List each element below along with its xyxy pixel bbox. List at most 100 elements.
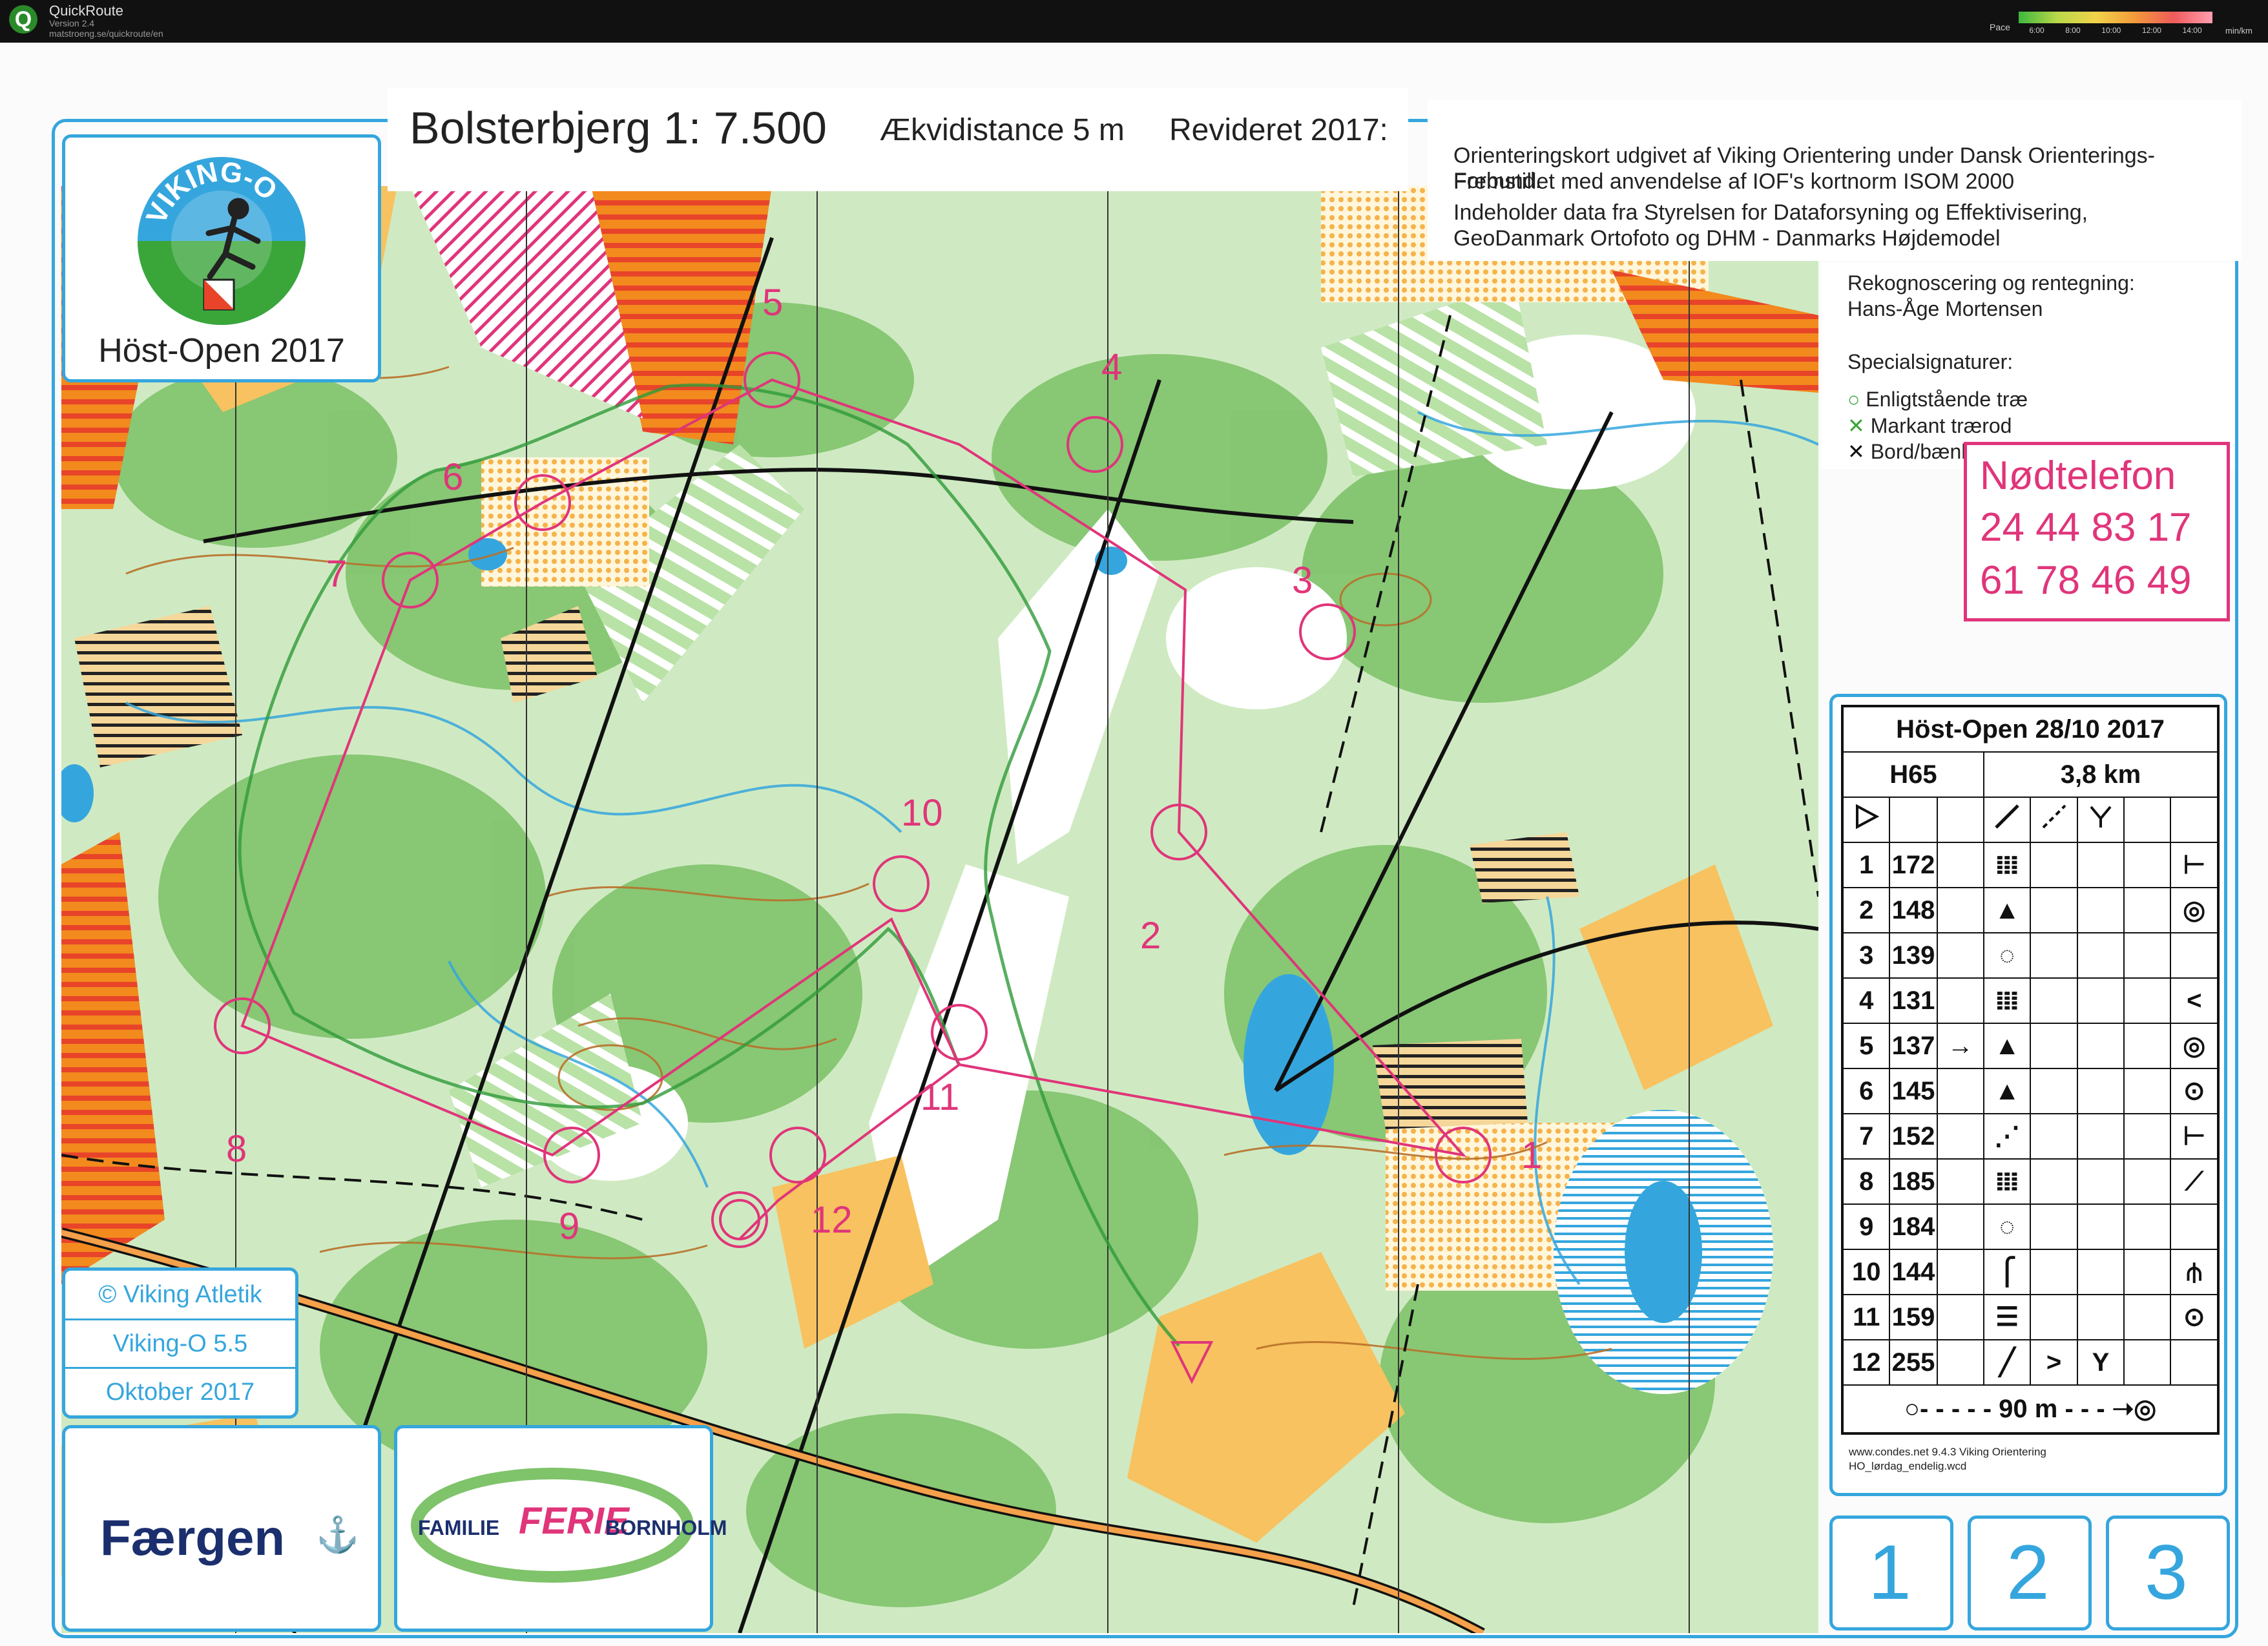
app-url: matstroeng.se/quickroute/en: [49, 28, 163, 39]
pace-tick: 14:00: [2182, 26, 2202, 35]
corner-icon: <: [2170, 977, 2219, 1024]
control-row: 7 152 ⋰ ⊢: [1841, 1113, 2219, 1160]
stream-bend-icon: ⎧: [1982, 1249, 2032, 1295]
control-label-10: 10: [901, 792, 943, 834]
emergency-number: 24 44 83 17: [1980, 505, 2192, 550]
contour-interval: Ækvidistance 5 m: [880, 113, 1125, 147]
control-row: 8 185 𝍖 ⟋: [1841, 1158, 2219, 1205]
control-row: 12 255 ╱ > Y: [1841, 1339, 2219, 1386]
viking-o-logo-box: VIKING-O Höst-Open 2017: [62, 134, 381, 382]
section-number: 1: [1868, 1529, 1911, 1616]
control-label-2: 2: [1140, 915, 1161, 957]
position-circle-icon: ⊙: [2170, 1294, 2219, 1340]
sponsor-faergen: Færgen ⚓: [62, 1425, 381, 1632]
finish-start-icon: ○- - - - -: [1904, 1395, 1992, 1423]
circle-icon: ○: [1847, 388, 1860, 411]
app-name: QuickRoute: [49, 3, 123, 19]
control-row: 5 137 → ▲ ◎: [1841, 1023, 2219, 1069]
map-terrain-svg: 1 2 3 4 5 6 7 8 9 10 11 12: [61, 186, 1818, 1633]
pace-gradient-bar: [2019, 12, 2212, 23]
sponsor-familie: FAMILIE: [418, 1516, 500, 1539]
start-triangle-icon: [1856, 804, 1880, 829]
depression-icon: ◌: [1982, 1203, 2032, 1250]
angle-icon: >: [2030, 1339, 2078, 1386]
section-number: 2: [2006, 1529, 2050, 1616]
earth-bank-icon: 𝍖: [1982, 842, 2032, 888]
sponsor-faergen-name: Færgen: [100, 1509, 286, 1566]
special-legend: Rekognoscering og rentegning: Hans-Åge M…: [1822, 262, 2235, 469]
survey-name: Hans-Åge Mortensen: [1847, 297, 2043, 320]
control-label-12: 12: [811, 1199, 853, 1241]
control-row: 3 139 ◌: [1841, 932, 2219, 979]
junction-icon: Y: [2076, 1339, 2125, 1386]
end-marker-icon: ⊢: [2170, 842, 2219, 888]
header-strip: Bolsterbjerg 1: 7.500 Ækvidistance 5 m R…: [388, 88, 1408, 191]
control-label-3: 3: [1292, 559, 1313, 601]
junction-icon: [2090, 806, 2112, 828]
control-row: 1 172 𝍖 ⊢: [1841, 842, 2219, 888]
end-marker-icon: ⊢: [2170, 1113, 2219, 1160]
control-label-5: 5: [762, 282, 783, 324]
control-label-8: 8: [226, 1128, 247, 1170]
foot-icon: ⫛: [2170, 1249, 2219, 1295]
pace-ticks: 6:00 8:00 10:00 12:00 14:00: [2019, 26, 2212, 35]
earth-bank-icon: 𝍖: [1982, 1158, 2032, 1205]
software-credit: www.condes.net 9.4.3 Viking Orientering: [1849, 1446, 2046, 1458]
ditch-icon: ⋰: [1982, 1113, 2032, 1160]
path-crossing-icon: ╱: [1982, 1339, 2032, 1386]
version-line: Viking-O 5.5: [65, 1320, 295, 1369]
emergency-box: Nødtelefon 24 44 83 17 61 78 46 49: [1964, 442, 2230, 621]
copyright-line: © Viking Atletik: [65, 1271, 295, 1320]
pace-unit: min/km: [2225, 26, 2252, 36]
info-line: GeoDanmark Ortofoto og DHM - Danmarks Hø…: [1453, 226, 2001, 251]
pace-tick: 12:00: [2141, 26, 2161, 35]
revised-label: Revideret 2017:: [1169, 113, 1388, 147]
sponsor-bornholm: BORNHOLM: [605, 1516, 727, 1539]
depression-icon: ◌: [1982, 932, 2032, 979]
marsh-icon: ☰: [1982, 1294, 2032, 1340]
section-3-box[interactable]: 3: [2106, 1516, 2230, 1630]
control-row: 10 144 ⎧ ⫛: [1841, 1249, 2219, 1295]
position-circle-icon: ◎: [2170, 1023, 2219, 1069]
dashed-path-icon: [2042, 804, 2066, 829]
control-description-table: Höst-Open 28/10 2017 H65 3,8 km 1 172 𝍖 ⊢ 2…: [1841, 705, 2220, 1435]
pace-tick: 6:00: [2029, 26, 2044, 35]
boulder-icon: ▲: [1982, 887, 2032, 933]
viking-o-logo-icon: VIKING-O: [138, 156, 306, 325]
finish-end-icon: - - - ➝◎: [2065, 1395, 2157, 1423]
pace-label: Pace: [1990, 22, 2010, 32]
orienteering-map[interactable]: 1 2 3 4 5 6 7 8 9 10 11 12: [61, 186, 1818, 1633]
sponsor-familieferie: FAMILIE FERIE BORNHOLM: [394, 1425, 727, 1632]
special-item-tree: ○ Enligtstående træ: [1847, 388, 2028, 411]
emergency-label: Nødtelefon: [1980, 453, 2176, 498]
map-sheet: 1 2 3 4 5 6 7 8 9 10 11 12 Bolsterbjerg …: [0, 43, 2268, 1646]
course-class: H65: [1842, 751, 1984, 798]
finish-row: ○- - - - - 90 m - - - ➝◎: [1842, 1384, 2219, 1434]
control-label-11: 11: [921, 1076, 959, 1118]
logo-event: Höst-Open 2017: [98, 332, 345, 370]
bend-icon: ⟋: [2170, 1158, 2219, 1205]
course-event: Höst-Open 28/10 2017: [1842, 705, 2219, 753]
boulder-icon: ▲: [1982, 1068, 2032, 1114]
control-label-7: 7: [326, 553, 347, 595]
section-number: 3: [2145, 1529, 2188, 1616]
control-row: 6 145 ▲ ⊙: [1841, 1068, 2219, 1114]
anchor-icon: ⚓: [316, 1516, 360, 1554]
quickroute-logo-icon: Q: [9, 5, 37, 34]
control-row: 4 131 𝍖 <: [1841, 977, 2219, 1024]
info-panel: Orienteringskort udgivet af Viking Orien…: [1428, 99, 2242, 261]
position-circle-icon: ◎: [2170, 887, 2219, 933]
control-row: 11 159 ☰ ⊙: [1841, 1294, 2219, 1340]
x-black-icon: ✕: [1847, 440, 1865, 463]
survey-label: Rekognoscering og rentegning:: [1847, 271, 2135, 295]
app-version: Version 2.4: [49, 18, 95, 28]
info-line: Indeholder data fra Styrelsen for Datafo…: [1453, 200, 2088, 225]
section-1-box[interactable]: 1: [1829, 1516, 1953, 1630]
arrow-right-icon: →: [1936, 1023, 1984, 1069]
boulder-icon: ▲: [1982, 1023, 2032, 1069]
special-item-root: ✕ Markant trærod: [1847, 414, 2012, 437]
control-label-4: 4: [1101, 346, 1122, 388]
title-bar: Q QuickRoute Version 2.4 matstroeng.se/q…: [0, 0, 2268, 43]
map-title: Bolsterbjerg 1: 7.500: [410, 103, 827, 153]
section-2-box[interactable]: 2: [1968, 1516, 2092, 1630]
